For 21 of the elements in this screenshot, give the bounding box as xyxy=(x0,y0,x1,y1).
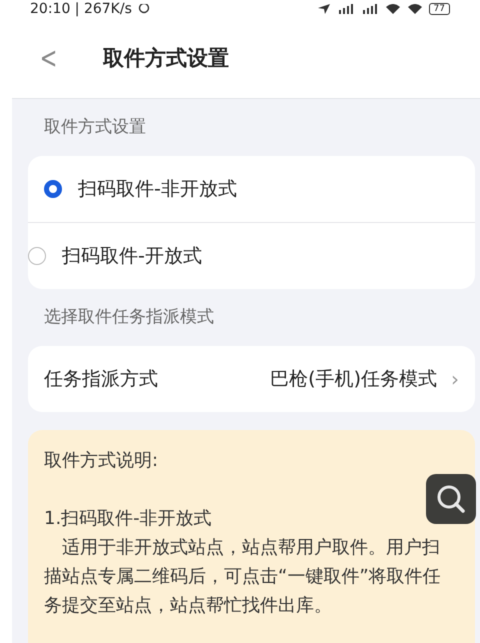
search-icon xyxy=(435,483,467,515)
section-label: 取件方式设置 xyxy=(43,116,147,139)
search-button[interactable] xyxy=(426,474,476,524)
pickup-option[interactable]: 扫码取件-非开放式 xyxy=(28,156,475,222)
note-text: 适用于非开放式站点，站点帮用户取件。用户扫描站点专属二维码后，可点击“一键取件”将取件任务提交至站点，站点帮忙找件出库。 xyxy=(44,536,442,618)
wifi-icon xyxy=(384,4,401,14)
note-item-title: 1.扫码取件-非开放式 xyxy=(44,507,213,531)
wifi-icon xyxy=(406,4,423,14)
location-icon xyxy=(316,4,331,14)
battery-level: 77 xyxy=(428,3,450,15)
radio-button[interactable] xyxy=(44,180,62,198)
pickup-option[interactable]: 扫码取件-开放式 xyxy=(28,222,475,289)
status-time: 20:10 | 267K/s xyxy=(30,0,132,18)
signal-icon xyxy=(336,4,355,14)
radio-button[interactable] xyxy=(28,247,46,265)
signal-icon xyxy=(360,4,379,14)
note-title: 取件方式说明: xyxy=(44,449,160,473)
page-title: 取件方式设置 xyxy=(103,45,230,72)
section-label: 选择取件任务指派模式 xyxy=(43,306,215,329)
assign-mode-row[interactable]: 任务指派方式 巴枪(手机)任务模式 › xyxy=(28,346,475,412)
back-button[interactable]: < xyxy=(40,40,58,76)
